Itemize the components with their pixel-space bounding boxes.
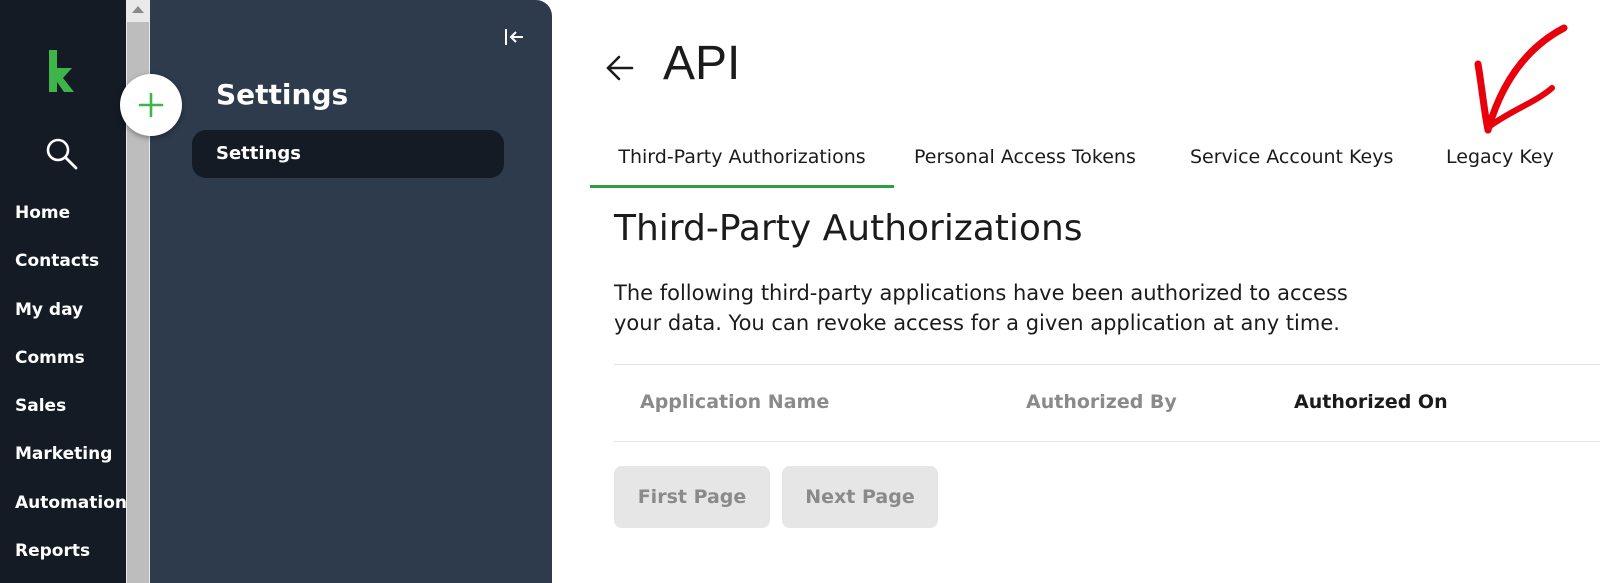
- first-page-button[interactable]: First Page: [614, 466, 770, 528]
- column-header-authorized-on[interactable]: Authorized On: [1294, 391, 1448, 413]
- search-icon[interactable]: [44, 136, 80, 172]
- tab-personal-access-tokens[interactable]: Personal Access Tokens: [914, 140, 1136, 185]
- add-button[interactable]: [120, 74, 182, 136]
- nav-item-comms[interactable]: Comms: [15, 348, 85, 368]
- nav-item-marketing[interactable]: Marketing: [15, 444, 112, 464]
- nav-item-sales[interactable]: Sales: [15, 396, 66, 416]
- section-description: The following third-party applications h…: [614, 278, 1434, 338]
- next-page-button[interactable]: Next Page: [782, 466, 938, 528]
- settings-panel: Settings Settings: [150, 0, 552, 583]
- left-nav: Home Contacts My day Comms Sales Marketi…: [0, 0, 127, 583]
- page-title: API: [663, 37, 741, 90]
- table-bottom-divider: [614, 441, 1600, 442]
- nav-item-home[interactable]: Home: [15, 203, 70, 223]
- table-top-divider: [614, 364, 1600, 365]
- nav-item-my-day[interactable]: My day: [15, 300, 83, 320]
- column-header-application-name[interactable]: Application Name: [640, 391, 829, 413]
- settings-panel-item-settings[interactable]: Settings: [192, 130, 504, 178]
- section-title: Third-Party Authorizations: [614, 208, 1083, 249]
- tab-third-party-authorizations[interactable]: Third-Party Authorizations: [590, 140, 894, 188]
- section-description-line-1: The following third-party applications h…: [614, 281, 1348, 305]
- scroll-up-arrow-icon[interactable]: [132, 6, 144, 13]
- back-arrow-icon[interactable]: [604, 52, 636, 84]
- settings-panel-title: Settings: [216, 78, 349, 111]
- plus-icon: [138, 92, 164, 118]
- nav-item-reports[interactable]: Reports: [15, 541, 90, 561]
- column-header-authorized-by[interactable]: Authorized By: [1026, 391, 1177, 413]
- collapse-panel-icon[interactable]: [502, 25, 526, 49]
- annotation-arrow-icon: [1474, 24, 1568, 134]
- nav-item-contacts[interactable]: Contacts: [15, 251, 99, 271]
- section-description-line-2: your data. You can revoke access for a g…: [614, 311, 1340, 335]
- tab-legacy-key[interactable]: Legacy Key: [1446, 140, 1554, 185]
- keap-logo-icon[interactable]: [44, 48, 80, 94]
- nav-item-automation[interactable]: Automation: [15, 493, 127, 513]
- tab-service-account-keys[interactable]: Service Account Keys: [1190, 140, 1393, 185]
